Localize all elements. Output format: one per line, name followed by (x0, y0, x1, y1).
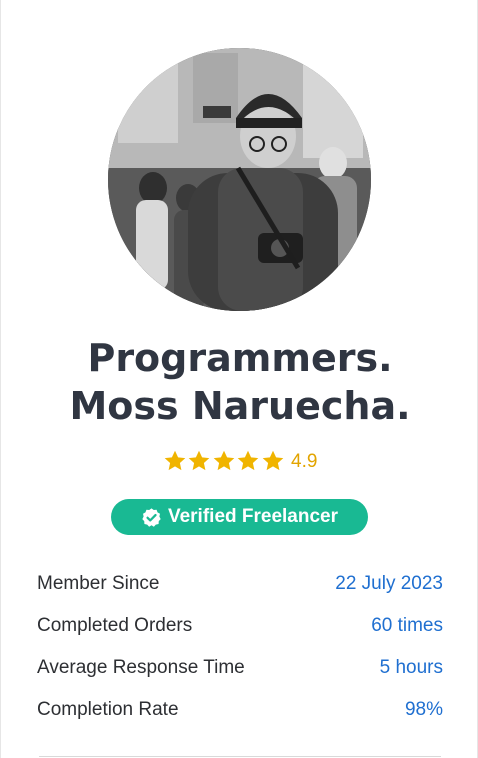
stat-label: Completed Orders (37, 615, 193, 636)
stat-value: 60 times (371, 615, 443, 636)
star-icon (262, 450, 283, 471)
divider (39, 756, 441, 757)
star-icon (213, 450, 234, 471)
stat-label: Completion Rate (37, 699, 179, 720)
profile-photo[interactable] (108, 48, 371, 311)
star-icon (188, 450, 210, 471)
name-line-2: Moss Naruecha. (69, 384, 411, 428)
stat-row-completion-rate: Completion Rate 98% (37, 689, 443, 731)
name-line-1: Programmers. (87, 336, 393, 380)
star-icon (237, 450, 259, 471)
rating-value: 4.9 (291, 451, 318, 472)
verified-badge-label: Verified Freelancer (167, 506, 339, 527)
stat-label: Average Response Time (37, 657, 245, 678)
check-circle-icon (142, 507, 161, 527)
stat-value: 5 hours (379, 657, 443, 678)
freelancer-name: Programmers. Moss Naruecha. (1, 334, 478, 430)
star-icon (164, 450, 185, 471)
stats-list: Member Since 22 July 2023 Completed Orde… (37, 563, 443, 731)
stat-value: 98% (404, 699, 443, 720)
stat-row-average-response-time: Average Response Time 5 hours (37, 647, 443, 689)
freelancer-profile-card: Programmers. Moss Naruecha. 4.9 Verified… (0, 0, 478, 758)
star-rating (163, 449, 286, 473)
stat-label: Member Since (37, 573, 160, 594)
rating: 4.9 (1, 449, 478, 473)
verified-badge: Verified Freelancer (111, 499, 368, 535)
stat-row-completed-orders: Completed Orders 60 times (37, 605, 443, 647)
stat-row-member-since: Member Since 22 July 2023 (37, 563, 443, 605)
profile-photo-image (108, 48, 371, 311)
stat-value: 22 July 2023 (335, 573, 443, 594)
